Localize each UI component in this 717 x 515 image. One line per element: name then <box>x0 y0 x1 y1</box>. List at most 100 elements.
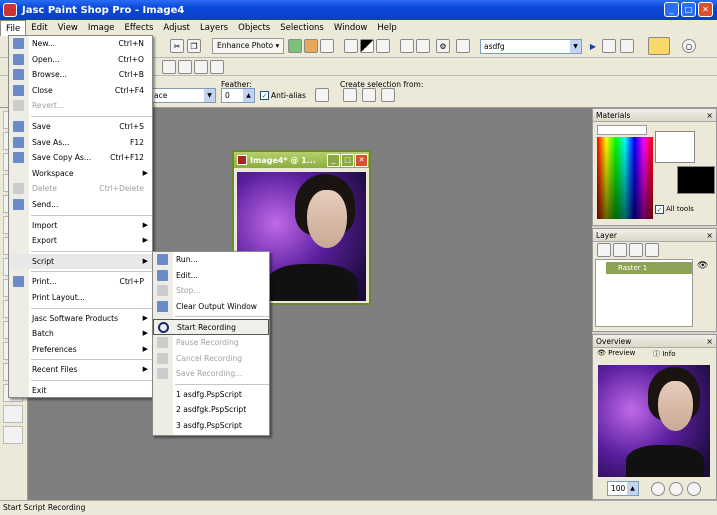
file-item-workspace[interactable]: Workspace ▶ <box>9 166 152 182</box>
file-item-send[interactable]: Send... <box>9 197 152 213</box>
color-spectrum[interactable] <box>597 137 653 219</box>
script-item-2-asdfgk-pspscript[interactable]: 2 asdfgk.PspScript <box>153 402 269 418</box>
script-output-icon[interactable] <box>620 39 634 53</box>
materials-close-icon[interactable]: × <box>706 109 713 122</box>
gear-icon[interactable]: ⚙ <box>436 39 450 53</box>
app-icon[interactable] <box>3 3 17 17</box>
cut-icon[interactable]: ✂ <box>170 39 184 53</box>
file-item-batch[interactable]: Batch ▶ <box>9 326 152 342</box>
photo-icon[interactable] <box>320 39 334 53</box>
menu-view[interactable]: View <box>53 20 83 36</box>
menu-file[interactable]: File <box>0 20 27 36</box>
new-layer-icon[interactable] <box>597 243 611 257</box>
run-script-icon[interactable]: ▶ <box>586 39 600 53</box>
image-window-caption[interactable]: Image4* @ 1... _ □ ✕ <box>234 152 369 168</box>
copy-icon[interactable]: ❐ <box>187 39 201 53</box>
zoom-icon[interactable] <box>344 39 358 53</box>
layer-row[interactable]: Raster 1 <box>606 262 692 274</box>
materials-tabs[interactable] <box>597 125 647 135</box>
layers-toggle-icon[interactable] <box>194 60 208 74</box>
menu-help[interactable]: Help <box>372 20 401 36</box>
zoom-actual-icon[interactable] <box>687 482 701 496</box>
resource-icon <box>648 37 670 55</box>
all-tools-checkbox[interactable]: ✓ <box>655 205 664 214</box>
edit-script-icon[interactable] <box>602 39 616 53</box>
file-item-exit[interactable]: Exit <box>9 383 152 399</box>
selection-source-1-icon[interactable] <box>343 88 357 102</box>
visibility-eye-icon[interactable]: 👁 <box>697 261 708 271</box>
script-item-3-asdfg-pspscript[interactable]: 3 asdfg.PspScript <box>153 418 269 434</box>
file-item-print[interactable]: Print... Ctrl+P <box>9 274 152 290</box>
record-toolbar-icon[interactable]: ○ <box>682 39 696 53</box>
zoom-in-icon[interactable] <box>651 482 665 496</box>
menu-edit[interactable]: Edit <box>26 20 52 36</box>
grid-icon[interactable] <box>162 60 176 74</box>
file-item-jasc-software-products[interactable]: Jasc Software Products ▶ <box>9 311 152 327</box>
palette-toggle-icon[interactable] <box>210 60 224 74</box>
maximize-button[interactable]: □ <box>681 2 696 17</box>
delete-layer-icon[interactable] <box>645 243 659 257</box>
overview-preview[interactable] <box>598 365 710 477</box>
file-item-export[interactable]: Export ▶ <box>9 233 152 249</box>
tab-info[interactable]: ⓘ Info <box>653 349 675 359</box>
script-icon[interactable] <box>456 39 470 53</box>
script-item-1-asdfg-pspscript[interactable]: 1 asdfg.PspScript <box>153 387 269 403</box>
histogram-icon[interactable] <box>400 39 414 53</box>
antialias-checkbox[interactable]: ✓ <box>260 91 269 100</box>
file-item-close[interactable]: Close Ctrl+F4 <box>9 83 152 99</box>
script-item-start-recording[interactable]: Start Recording <box>153 319 269 335</box>
zoom-input[interactable]: 100 ▲ <box>607 481 639 496</box>
contrast-icon[interactable] <box>360 39 374 53</box>
one-step-fix-icon[interactable] <box>288 39 302 53</box>
menu-layers[interactable]: Layers <box>195 20 233 36</box>
script-item-run[interactable]: Run... <box>153 252 269 268</box>
file-item-preferences[interactable]: Preferences ▶ <box>9 342 152 358</box>
fill-tool-icon[interactable] <box>3 426 23 444</box>
minimize-button[interactable]: _ <box>664 2 679 17</box>
tab-preview[interactable]: 👁 Preview <box>597 349 635 357</box>
background-swatch[interactable] <box>677 166 715 194</box>
close-button[interactable]: ✕ <box>698 2 713 17</box>
submenu-arrow-icon: ▶ <box>142 365 148 374</box>
script-select[interactable]: asdfg ▼ <box>480 39 582 54</box>
red-eye-icon[interactable] <box>304 39 318 53</box>
foreground-swatch[interactable] <box>655 131 695 163</box>
script-item-edit[interactable]: Edit... <box>153 268 269 284</box>
selection-toggle-icon[interactable] <box>178 60 192 74</box>
file-item-save-copy-as[interactable]: Save Copy As... Ctrl+F12 <box>9 150 152 166</box>
menu-window[interactable]: Window <box>329 20 373 36</box>
menu-selections[interactable]: Selections <box>275 20 329 36</box>
selection-source-3-icon[interactable] <box>381 88 395 102</box>
select-all-icon[interactable] <box>315 88 329 102</box>
duplicate-layer-icon[interactable] <box>629 243 643 257</box>
menu-effects[interactable]: Effects <box>120 20 159 36</box>
levels-icon[interactable] <box>416 39 430 53</box>
zoom-out-icon[interactable] <box>669 482 683 496</box>
file-item-open[interactable]: Open... Ctrl+O <box>9 52 152 68</box>
image-maximize-button[interactable]: □ <box>341 153 354 167</box>
menu-objects[interactable]: Objects <box>233 20 275 36</box>
script-item-clear-output-window[interactable]: Clear Output Window <box>153 299 269 315</box>
feather-input[interactable]: 0 ▲ <box>221 88 255 103</box>
file-item-recent-files[interactable]: Recent Files ▶ <box>9 362 152 378</box>
overview-close-icon[interactable]: × <box>706 335 713 348</box>
file-item-new[interactable]: New... Ctrl+N <box>9 36 152 52</box>
selection-source-2-icon[interactable] <box>362 88 376 102</box>
new-mask-icon[interactable] <box>613 243 627 257</box>
enhance-photo-button[interactable]: Enhance Photo ▾ <box>212 38 285 54</box>
image-close-button[interactable]: ✕ <box>355 153 368 167</box>
mode-select[interactable]: ace ▼ <box>150 88 216 103</box>
brightness-icon[interactable] <box>376 39 390 53</box>
image-minimize-button[interactable]: _ <box>327 153 340 167</box>
menu-image[interactable]: Image <box>83 20 120 36</box>
file-item-shortcut: Ctrl+Delete <box>99 184 144 194</box>
menu-adjust[interactable]: Adjust <box>158 20 195 36</box>
file-item-print-layout[interactable]: Print Layout... <box>9 290 152 306</box>
eraser-icon[interactable] <box>3 405 23 423</box>
file-item-save[interactable]: Save Ctrl+S <box>9 119 152 135</box>
layer-close-icon[interactable]: × <box>706 229 713 242</box>
file-item-script[interactable]: Script ▶ <box>9 253 152 270</box>
file-item-browse[interactable]: Browse... Ctrl+B <box>9 67 152 83</box>
file-item-import[interactable]: Import ▶ <box>9 218 152 234</box>
file-item-save-as[interactable]: Save As... F12 <box>9 135 152 151</box>
